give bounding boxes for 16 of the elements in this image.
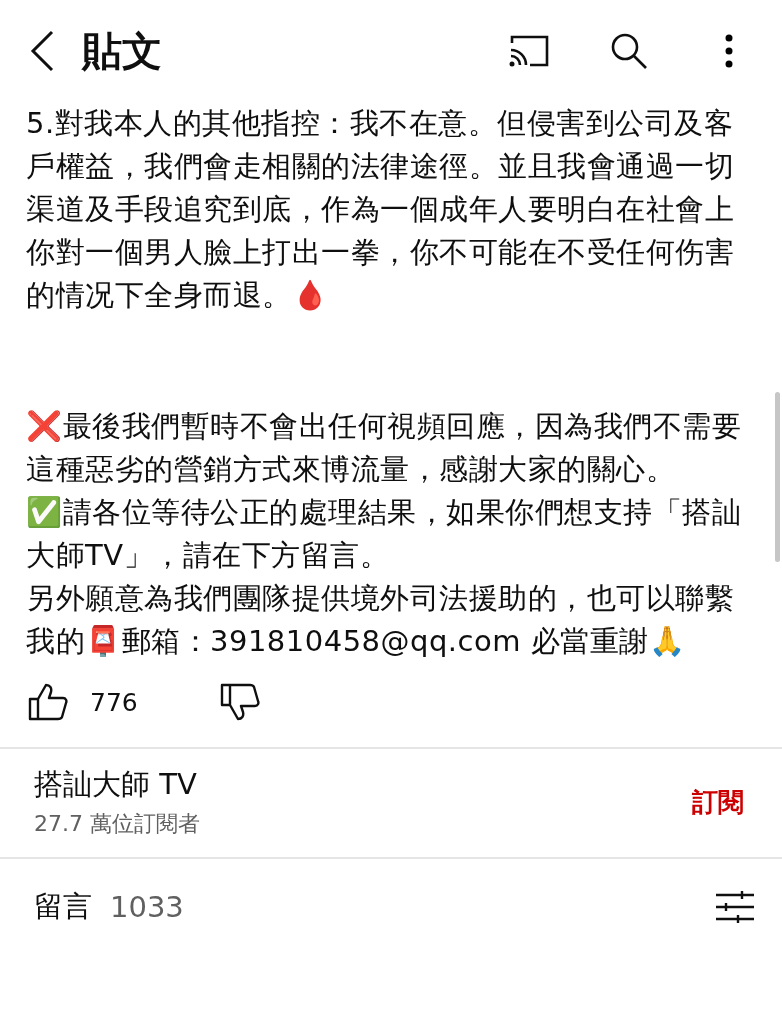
- page-title: 貼文: [82, 26, 163, 76]
- thumbs-up-icon[interactable]: [28, 683, 68, 721]
- thumbs-down-icon[interactable]: [219, 683, 260, 721]
- post-paragraph: ✅請各位等待公正的處理結果，如果你們想支持「搭訕大師TV」，請在下方留言。: [26, 494, 742, 574]
- scrollbar[interactable]: [775, 392, 780, 562]
- subscriber-count: 27.7 萬位訂閱者: [34, 810, 201, 838]
- comment-count: 1033: [110, 890, 185, 924]
- sliders-icon[interactable]: [716, 891, 754, 923]
- back-icon[interactable]: [30, 30, 54, 72]
- post-paragraph: 另外願意為我們團隊提供境外司法援助的，也可以聯繫我的📮郵箱：391810458@qq.com 必當重謝🙏: [26, 580, 735, 660]
- post-paragraph: ❌最後我們暫時不會出任何視頻回應，因為我們不需要這種惡劣的營銷方式來博流量，感謝大家的關心。: [26, 408, 742, 488]
- post-paragraph: 5.對我本人的其他指控：我不在意。但侵害到公司及客戶權益，我們會走相關的法律途徑。並且我會通過一切渠道及手段追究到底，作為一個成年人要明白在社會上你對一個男人臉上打出一拳，你不可能在不受任何伤害的情况下全身而退。🩸: [26, 105, 735, 314]
- subscribe-button[interactable]: 訂閱: [688, 780, 748, 824]
- channel-name[interactable]: 搭訕大師 TV: [34, 765, 688, 805]
- comments-label: 留言: [34, 888, 92, 925]
- like-count: 776: [90, 687, 138, 717]
